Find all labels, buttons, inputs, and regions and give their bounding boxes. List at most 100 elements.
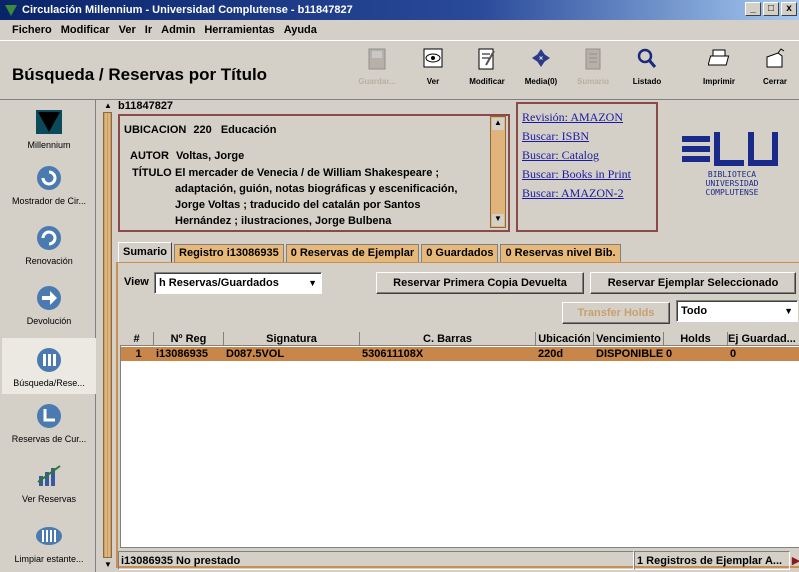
media-button[interactable]: Media(0) <box>516 47 566 86</box>
status-arrow-icon[interactable]: ▶ <box>790 551 799 572</box>
list-button[interactable]: Listado <box>622 47 672 86</box>
link-revision-amazon[interactable]: Revisión: AMAZON <box>522 108 652 127</box>
close-icon <box>766 48 785 68</box>
logo-line-1: BIBLIOTECA <box>708 170 756 179</box>
edit-icon <box>478 48 495 70</box>
bib-scroll-up-icon[interactable]: ▲ <box>492 118 504 130</box>
cell-ej-guardados: 0 <box>730 348 737 360</box>
reserve-selected-button[interactable]: Reservar Ejemplar Seleccionado <box>590 272 796 294</box>
return-icon <box>37 286 61 310</box>
menu-modificar[interactable]: Modificar <box>61 24 110 36</box>
header: Búsqueda / Reservas por Título Guardar..… <box>0 40 799 100</box>
splitter-track[interactable] <box>103 112 112 558</box>
filter-select-value: Todo <box>681 305 708 317</box>
titulo-line-3: Jorge Voltas ; traducido del catalán por… <box>175 199 421 211</box>
nav-item-clear-shelf[interactable]: Limpiar estante... <box>2 522 96 564</box>
view-holds-icon <box>37 465 61 486</box>
menu-ver[interactable]: Ver <box>119 24 136 36</box>
cell-holds: 0 <box>666 348 673 360</box>
edit-button[interactable]: Modificar <box>462 47 512 86</box>
menu-fichero[interactable]: Fichero <box>12 24 52 36</box>
view-button[interactable]: Ver <box>408 47 458 86</box>
ubicacion-name: Educación <box>220 124 277 136</box>
autor-value: Voltas, Jorge <box>175 150 245 162</box>
library-logo-graphic: BIBLIOTECA UNIVERSIDAD COMPLUTENSE <box>682 132 778 197</box>
nav-item-return[interactable]: Devolución <box>2 284 96 326</box>
cell-signatura: D087.5VOL <box>226 348 285 360</box>
ubicacion-label: UBICACION <box>124 124 187 136</box>
circulation-desk-icon <box>37 166 61 190</box>
search-holds-icon <box>37 348 61 372</box>
cell-num: 1 <box>135 348 142 360</box>
link-buscar-isbn[interactable]: Buscar: ISBN <box>522 127 652 146</box>
scroll-up-arrow-icon[interactable]: ▲ <box>102 101 114 111</box>
menu-herramientas[interactable]: Herramientas <box>204 24 274 36</box>
table-row[interactable]: 1 i13086935 D087.5VOL 530611108X 220d DI… <box>121 347 799 361</box>
app-icon <box>5 5 17 16</box>
filter-chevron-down-icon: ▼ <box>784 306 793 316</box>
link-buscar-books-in-print[interactable]: Buscar: Books in Print <box>522 165 652 184</box>
view-select[interactable]: h Reservas/Guardados ▼ <box>154 272 322 294</box>
menu-admin[interactable]: Admin <box>161 24 195 36</box>
cell-cbarras: 530611108X <box>362 348 424 360</box>
reserve-first-copy-button[interactable]: Reservar Primera Copia Devuelta <box>376 272 584 294</box>
menu-ir[interactable]: Ir <box>145 24 152 36</box>
status-right: 1 Registros de Ejemplar A... <box>634 551 790 570</box>
menu-ayuda[interactable]: Ayuda <box>284 24 317 36</box>
print-button[interactable]: Imprimir <box>694 47 744 86</box>
tab-registro[interactable]: Registro i13086935 <box>174 244 284 262</box>
close-window-button[interactable]: x <box>781 2 797 16</box>
items-table <box>120 332 799 548</box>
status-bar: i13086935 No prestado 1 Registros de Eje… <box>118 551 799 572</box>
nav-item-course-reserves[interactable]: Reservas de Cur... <box>2 402 96 444</box>
left-nav: Millennium Mostrador de Cir... Renovació… <box>2 100 96 572</box>
col-holds[interactable]: Holds <box>664 332 728 346</box>
titulo-line-2: adaptación, guión, notas biográficas y e… <box>175 183 458 195</box>
window-title: Circulación Millennium - Universidad Com… <box>22 4 353 16</box>
bib-scrollbar[interactable]: ▲ ▼ <box>490 116 506 228</box>
millennium-icon <box>36 110 62 134</box>
filter-select[interactable]: Todo ▼ <box>676 300 798 322</box>
view-icon <box>423 48 443 68</box>
nav-item-circulation-desk[interactable]: Mostrador de Cir... <box>2 164 96 206</box>
nav-item-renew[interactable]: Renovación <box>2 224 96 266</box>
bib-scroll-down-icon[interactable]: ▼ <box>492 214 504 226</box>
tab-reservas-ejemplar[interactable]: 0 Reservas de Ejemplar <box>285 244 420 262</box>
col-num[interactable]: # <box>120 332 154 346</box>
link-buscar-catalog[interactable]: Buscar: Catalog <box>522 146 652 165</box>
col-signatura[interactable]: Signatura <box>224 332 360 346</box>
tab-reservas-bib[interactable]: 0 Reservas nivel Bib. <box>500 244 621 262</box>
bib-record-panel: UBICACION 220 Educación AUTOR Voltas, Jo… <box>118 114 510 232</box>
nav-item-millennium[interactable]: Millennium <box>2 108 96 150</box>
transfer-holds-button[interactable]: Transfer Holds <box>562 302 670 324</box>
summary-icon <box>585 48 601 70</box>
col-cbarras[interactable]: C. Barras <box>360 332 536 346</box>
nav-item-search-holds[interactable]: Búsqueda/Rese... <box>2 338 96 394</box>
maximize-button[interactable]: □ <box>763 2 779 16</box>
nav-item-view-holds[interactable]: Ver Reservas <box>2 462 96 504</box>
course-reserves-icon <box>37 404 61 428</box>
page-title: Búsqueda / Reservas por Título <box>12 65 268 84</box>
summary-button[interactable]: Sumario <box>568 47 618 86</box>
col-nreg[interactable]: Nº Reg <box>154 332 224 346</box>
tab-guardados[interactable]: 0 Guardados <box>421 244 499 262</box>
close-button[interactable]: Cerrar <box>750 47 799 86</box>
table-header: # Nº Reg Signatura C. Barras Ubicación V… <box>120 332 799 346</box>
ubicacion-code: 220 <box>193 124 212 136</box>
window-titlebar: Circulación Millennium - Universidad Com… <box>0 0 799 20</box>
cell-ubicacion: 220d <box>538 348 564 360</box>
minimize-button[interactable]: _ <box>745 2 761 16</box>
save-button[interactable]: Guardar... <box>352 47 402 86</box>
col-ubicacion[interactable]: Ubicación <box>536 332 594 346</box>
view-select-value: h Reservas/Guardados <box>159 277 279 289</box>
autor-label: AUTOR <box>130 150 169 162</box>
tab-bar: Sumario Registro i13086935 0 Reservas de… <box>118 242 623 262</box>
col-ej-guardados[interactable]: Ej Guardad... <box>728 332 799 346</box>
link-buscar-amazon-2[interactable]: Buscar: AMAZON-2 <box>522 184 652 203</box>
col-vencimiento[interactable]: Vencimiento <box>594 332 664 346</box>
scroll-down-arrow-icon[interactable]: ▼ <box>102 560 114 570</box>
cell-vencimiento: DISPONIBLE <box>596 348 664 360</box>
tab-sumario[interactable]: Sumario <box>118 242 173 262</box>
titulo-line-1: El mercader de Venecia / de William Shak… <box>175 167 440 179</box>
logo-line-2: UNIVERSIDAD <box>706 179 759 188</box>
